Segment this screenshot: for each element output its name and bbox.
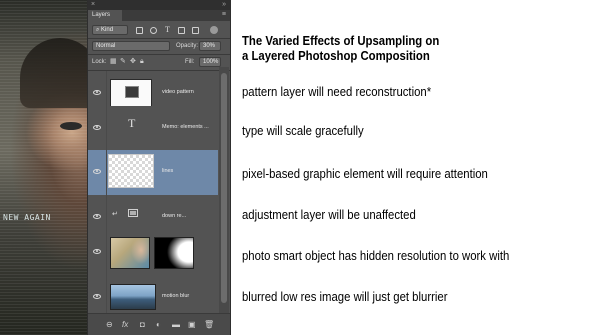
opacity-field[interactable]: 30% bbox=[199, 41, 221, 51]
clipping-arrow-icon: ↵ bbox=[112, 211, 118, 218]
kind-label: Kind bbox=[101, 27, 114, 33]
visibility-toggle[interactable] bbox=[88, 230, 107, 276]
smart-object-filter-icon[interactable] bbox=[192, 27, 199, 34]
panel-titlebar: × » bbox=[88, 0, 230, 10]
layer-name: Memo: elements ... bbox=[162, 124, 209, 130]
type-filter-icon[interactable]: T bbox=[164, 26, 171, 34]
image-filter-icon[interactable] bbox=[136, 27, 143, 34]
new-layer-icon[interactable]: ▣ bbox=[188, 320, 196, 329]
eye-icon bbox=[93, 214, 101, 219]
lock-row: Lock: ▦ ✎ ✥ 🔒︎ Fill: 100% bbox=[88, 55, 230, 71]
layer-row[interactable] bbox=[88, 230, 218, 277]
dark-square-thumb bbox=[125, 86, 139, 98]
adjustment-layer-icon bbox=[128, 209, 138, 217]
close-icon[interactable]: × bbox=[91, 1, 95, 8]
trash-icon[interactable]: 🗑 bbox=[204, 320, 214, 329]
annotation-item: blurred low res image will just get blur… bbox=[242, 289, 448, 304]
group-folder-icon[interactable]: ▬ bbox=[172, 320, 180, 329]
heading: The Varied Effects of Upsampling on a La… bbox=[242, 33, 439, 63]
type-layer-icon: T bbox=[128, 116, 136, 130]
scrollbar-thumb[interactable] bbox=[221, 73, 227, 303]
annotation-item: adjustment layer will be unaffected bbox=[242, 207, 416, 222]
eye-icon bbox=[93, 294, 101, 299]
eye-icon bbox=[93, 249, 101, 254]
heading-line-2: a Layered Photoshop Composition bbox=[242, 48, 430, 63]
layer-name: lines bbox=[162, 168, 174, 174]
lock-transparent-icon[interactable]: ▦ bbox=[110, 57, 117, 67]
fx-icon[interactable]: fx bbox=[122, 320, 128, 329]
shape-filter-icon[interactable] bbox=[178, 27, 185, 34]
layer-row-selected[interactable]: lines bbox=[88, 150, 218, 197]
photo-hair bbox=[20, 38, 92, 108]
eye-icon bbox=[93, 90, 101, 95]
annotation-item: pixel-based graphic element will require… bbox=[242, 166, 488, 181]
annotation-column: The Varied Effects of Upsampling on a La… bbox=[240, 0, 590, 335]
photo-caption: NEW AGAIN bbox=[3, 213, 51, 222]
annotation-item: pattern layer will need reconstruction* bbox=[242, 84, 432, 99]
layer-name: motion blur bbox=[162, 293, 190, 299]
opacity-label: Opacity: bbox=[176, 43, 199, 49]
layer-thumbnail bbox=[110, 284, 156, 310]
tab-layers[interactable]: Layers bbox=[88, 10, 122, 21]
heading-line-1: The Varied Effects of Upsampling on bbox=[242, 33, 440, 48]
blend-mode-select[interactable]: Normal bbox=[92, 41, 170, 51]
collapse-icon[interactable]: » bbox=[222, 1, 226, 8]
panel-bottom-bar: ⊖ fx ◘ ◐ ▬ ▣ 🗑 bbox=[88, 313, 230, 335]
composition-photo: NEW AGAIN bbox=[0, 0, 92, 335]
lock-move-icon[interactable]: ✥ bbox=[130, 57, 136, 67]
filter-row: ⌕ Kind T bbox=[88, 23, 230, 39]
photo-eye bbox=[60, 122, 82, 130]
lock-all-icon[interactable]: 🔒︎ bbox=[140, 57, 144, 67]
adjustment-filter-icon[interactable] bbox=[150, 27, 157, 34]
adjustment-icon[interactable]: ◐ bbox=[156, 320, 161, 329]
visibility-toggle[interactable] bbox=[88, 106, 107, 152]
fill-field[interactable]: 100% bbox=[199, 57, 221, 67]
annotation-item: type will scale gracefully bbox=[242, 123, 364, 138]
layer-name: down re... bbox=[162, 213, 187, 219]
annotation-item: photo smart object has hidden resolution… bbox=[242, 248, 510, 263]
lock-paint-icon[interactable]: ✎ bbox=[120, 57, 126, 67]
layer-mask-thumbnail bbox=[154, 237, 194, 269]
filter-toggle-icon[interactable] bbox=[210, 26, 218, 34]
visibility-toggle[interactable] bbox=[88, 150, 107, 196]
lock-label: Lock: bbox=[92, 59, 107, 65]
layer-row[interactable]: T Memo: elements ... bbox=[88, 106, 218, 153]
layer-thumbnail bbox=[110, 79, 152, 107]
eye-icon bbox=[93, 125, 101, 130]
add-mask-icon[interactable]: ◘ bbox=[140, 320, 145, 329]
scrollbar[interactable] bbox=[219, 67, 229, 313]
layer-name: video pattern bbox=[162, 89, 194, 95]
blend-row: Normal Opacity: 30% bbox=[88, 39, 230, 55]
smart-object-thumbnail bbox=[110, 237, 150, 269]
panel-menu-icon[interactable]: ≡ bbox=[222, 11, 226, 18]
panel-tabrow: Layers ≡ bbox=[88, 10, 230, 21]
fill-label: Fill: bbox=[185, 59, 195, 65]
link-layers-icon[interactable]: ⊖ bbox=[106, 320, 113, 329]
eye-icon bbox=[93, 169, 101, 174]
kind-filter-select[interactable]: ⌕ Kind bbox=[92, 25, 128, 35]
transparent-layer-thumbnail bbox=[108, 154, 154, 188]
layers-panel: × » Layers ≡ ⌕ Kind T Normal Opacity: 30… bbox=[87, 0, 231, 335]
